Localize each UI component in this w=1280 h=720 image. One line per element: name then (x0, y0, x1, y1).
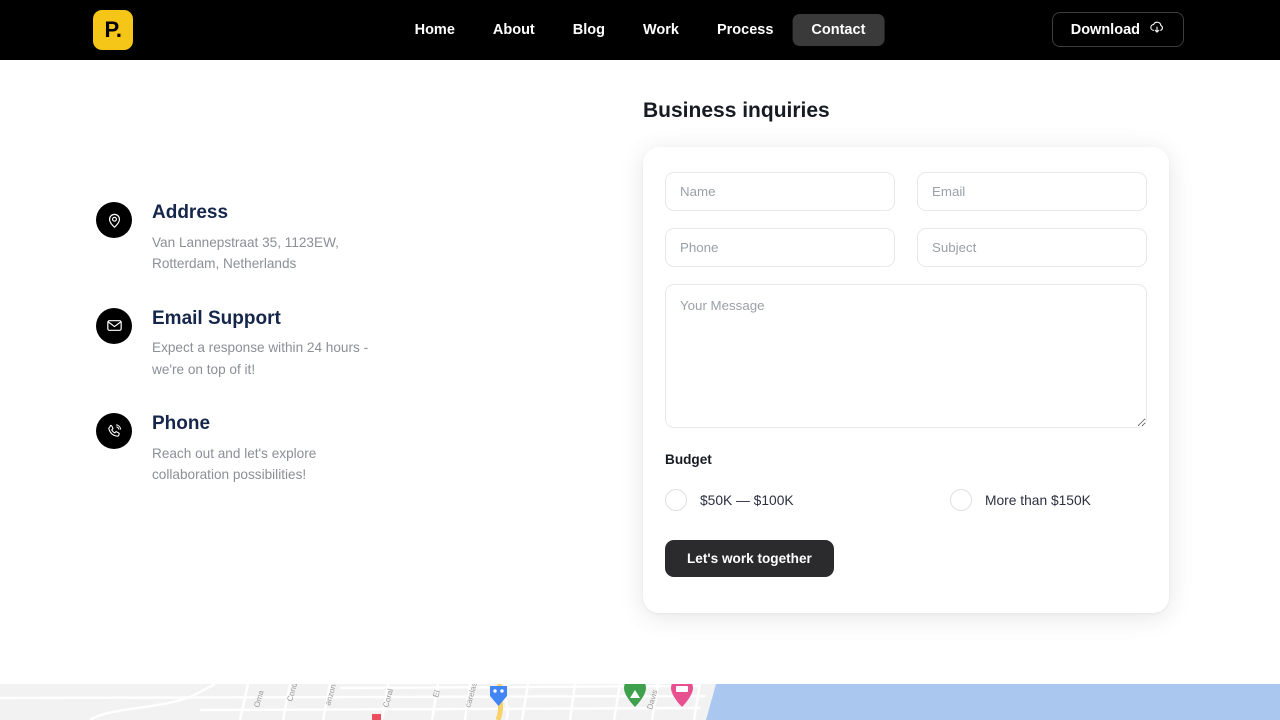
contact-text-address: Van Lannepstraat 35, 1123EW, Rotterdam, … (152, 232, 339, 275)
form-heading: Business inquiries (643, 99, 830, 122)
email-line-1: Expect a response within 24 hours - (152, 340, 369, 356)
download-button-label: Download (1070, 21, 1140, 38)
phone-icon (96, 413, 132, 450)
nav-item-blog[interactable]: Blog (554, 14, 624, 46)
budget-option-label-2: More than $150K (985, 492, 1091, 508)
budget-option-more-than-150k[interactable]: More than $150K (906, 489, 1147, 511)
download-button[interactable]: Download (1051, 12, 1184, 47)
location-pin-icon (96, 202, 132, 238)
budget-label: Budget (665, 452, 712, 467)
address-line-2: Rotterdam, Netherlands (152, 256, 297, 272)
message-textarea[interactable] (665, 284, 1147, 428)
email-input[interactable] (917, 172, 1147, 211)
phone-line-2: collaboration possibilities! (152, 467, 307, 483)
submit-button[interactable]: Let's work together (665, 540, 834, 577)
phone-input[interactable] (665, 228, 895, 267)
contact-block-email: Email Support Expect a response within 2… (96, 306, 526, 381)
logo[interactable]: P. (93, 10, 133, 50)
map-canvas: Oma Condor anzontle Coral El carelas Dav… (0, 684, 1280, 720)
map-water (706, 684, 1280, 720)
contact-title-address: Address (152, 202, 229, 223)
nav-item-contact[interactable]: Contact (792, 14, 885, 46)
form-row-1 (665, 172, 1147, 211)
form-row-2 (665, 228, 1147, 267)
nav-item-home[interactable]: Home (396, 14, 474, 46)
map-preview[interactable]: Oma Condor anzontle Coral El carelas Dav… (0, 684, 1280, 720)
budget-options: $50K — $100K More than $150K (665, 489, 1147, 511)
contact-block-address: Address Van Lannepstraat 35, 1123EW, Rot… (96, 200, 526, 275)
contact-block-phone: Phone Reach out and let's explore collab… (96, 411, 526, 486)
main-navigation: Home About Blog Work Process Contact (396, 0, 885, 60)
subject-input[interactable] (917, 228, 1147, 267)
contact-info-list: Address Van Lannepstraat 35, 1123EW, Rot… (96, 200, 526, 517)
contact-title-phone: Phone (152, 413, 211, 435)
name-input[interactable] (665, 172, 895, 211)
contact-text-email: Expect a response within 24 hours - we'r… (152, 337, 368, 380)
radio-circle-icon[interactable] (665, 489, 687, 511)
cloud-download-icon (1149, 20, 1165, 39)
email-line-2: we're on top of it! (152, 361, 256, 377)
contact-title-email: Email Support (152, 307, 281, 329)
site-header: P. Home About Blog Work Process Contact … (0, 0, 1280, 60)
inquiry-form-card: Budget $50K — $100K More than $150K Let'… (643, 147, 1169, 613)
nav-item-process[interactable]: Process (698, 14, 792, 46)
logo-text: P. (104, 17, 122, 42)
budget-option-50k-100k[interactable]: $50K — $100K (665, 489, 906, 511)
nav-item-work[interactable]: Work (624, 14, 698, 46)
budget-option-label-1: $50K — $100K (700, 492, 794, 508)
poi-marker[interactable] (372, 714, 381, 720)
nav-item-about[interactable]: About (474, 14, 554, 46)
envelope-icon (96, 307, 132, 344)
radio-circle-icon[interactable] (950, 489, 972, 511)
phone-line-1: Reach out and let's explore (152, 445, 317, 461)
address-line-1: Van Lannepstraat 35, 1123EW, (152, 234, 339, 250)
contact-text-phone: Reach out and let's explore collaboratio… (152, 443, 316, 486)
